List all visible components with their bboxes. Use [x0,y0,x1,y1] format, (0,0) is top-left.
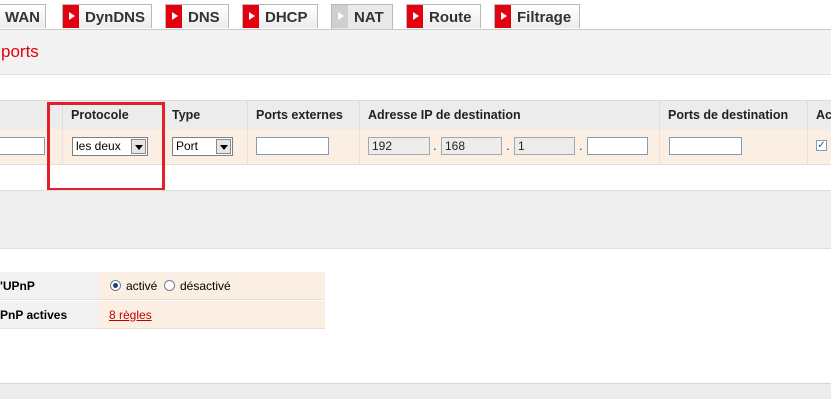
upnp-rules-row: PnP actives 8 règles [0,301,325,329]
tab-wan[interactable]: WAN [0,4,46,28]
protocole-select[interactable]: les deux [72,137,148,156]
upnp-rules-link[interactable]: 8 règles [109,308,152,322]
bottom-bar [0,383,831,399]
tab-bar: WAN DynDNS DNS DHCP NAT Route Filtrage [0,0,831,30]
tab-dns[interactable]: DNS [165,4,229,28]
radio-active-label: activé [126,279,158,293]
radio-active[interactable] [110,280,121,291]
header-type: Type [163,101,247,129]
radio-inactive-label: désactivé [180,279,231,293]
tab-label: NAT [354,9,384,26]
section-header: ports [0,30,831,75]
play-arrow-icon [332,5,348,28]
tab-label: Filtrage [517,9,572,26]
tab-dyndns[interactable]: DynDNS [62,4,152,28]
cell-divider [359,129,360,164]
ip-separator: . [433,138,437,153]
tab-dhcp[interactable]: DHCP [242,4,318,28]
cell-divider [62,129,63,164]
play-arrow-icon [166,5,182,28]
ip-octet-4[interactable] [587,137,648,155]
actif-checkbox[interactable]: ✓ [816,140,827,151]
cell-divider [659,129,660,164]
protocole-value: les deux [76,139,121,153]
tab-label: DynDNS [85,9,146,26]
play-arrow-icon [243,5,259,28]
tab-route[interactable]: Route [406,4,481,28]
header-ports-externes: Ports externes [247,101,358,129]
table-header-row: Protocole Type Ports externes Adresse IP… [0,100,831,130]
tab-nat[interactable]: NAT [331,4,393,29]
section-divider-band [0,190,831,249]
tab-filtrage[interactable]: Filtrage [494,4,580,28]
upnp-options: activé désactivé [99,272,325,300]
play-arrow-icon [495,5,511,28]
upnp-rules-label: PnP actives [0,301,99,329]
upnp-label: 'UPnP [0,272,99,300]
upnp-activation-row: 'UPnP activé désactivé [0,272,325,300]
name-input[interactable] [0,137,45,155]
radio-inactive[interactable] [164,280,175,291]
header-ports-destination: Ports de destination [659,101,806,129]
tab-label: DHCP [265,9,308,26]
chevron-down-icon [131,139,146,154]
tab-label: WAN [5,9,40,26]
tab-label: Route [429,9,472,26]
ip-octet-1[interactable]: 192 [368,137,430,155]
check-icon: ✓ [817,140,826,151]
ip-octet-2[interactable]: 168 [441,137,502,155]
tab-label: DNS [188,9,220,26]
upnp-rules-cell: 8 règles [99,301,325,329]
header-protocole: Protocole [62,101,163,129]
play-arrow-icon [407,5,423,28]
cell-divider [247,129,248,164]
header-actif: Ac [807,101,831,129]
play-arrow-icon [63,5,79,28]
header-adresse-ip: Adresse IP de destination [359,101,658,129]
ip-separator: . [506,138,510,153]
ports-destination-input[interactable] [669,137,742,155]
section-title: ports [1,42,39,61]
chevron-down-icon [216,139,231,154]
ports-externes-input[interactable] [256,137,329,155]
cell-divider [807,129,808,164]
cell-divider [163,129,164,164]
ip-separator: . [579,138,583,153]
ip-octet-3[interactable]: 1 [514,137,575,155]
type-value: Port [176,139,199,153]
type-select[interactable]: Port [172,137,233,156]
